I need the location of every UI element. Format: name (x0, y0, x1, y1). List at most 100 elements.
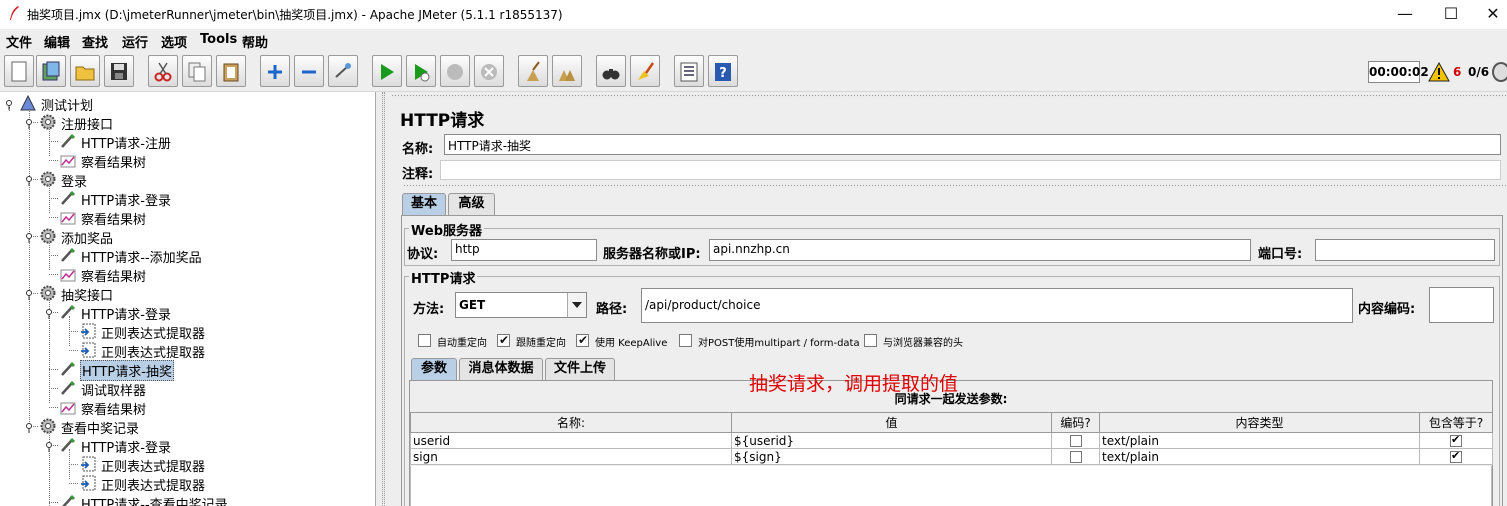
maximize-button[interactable]: ☐ (1436, 4, 1466, 24)
server-field[interactable]: api.nnzhp.cn (709, 239, 1251, 261)
param-encode-cell[interactable] (1051, 448, 1100, 465)
menu-search[interactable]: 查找 (82, 32, 108, 51)
tree-node-label[interactable]: HTTP请求-注册 (80, 133, 172, 152)
protocol-field[interactable]: http (451, 239, 597, 261)
test-plan-tree[interactable]: 测试计划 注册接口 HTTP请求-注册 察看结果树 登录 HTTP请求-登录 察看结果树 添加… (0, 92, 376, 506)
tree-expand-handle-icon[interactable] (25, 289, 32, 300)
menu-run[interactable]: 运行 (122, 32, 148, 51)
tree-node[interactable]: 添加奖品 (0, 227, 375, 247)
tree-expand-handle-icon[interactable] (45, 308, 52, 319)
tree-node-label[interactable]: 察看结果树 (80, 399, 147, 418)
tree-node[interactable]: 调试取样器 (0, 379, 375, 399)
encoding-field[interactable] (1429, 287, 1494, 323)
tree-node-label[interactable]: 察看结果树 (80, 209, 147, 228)
tree-node[interactable]: 登录 (0, 170, 375, 190)
checkbox-box[interactable] (679, 334, 692, 347)
tree-node[interactable]: HTTP请求-注册 (0, 132, 375, 152)
menu-edit[interactable]: 编辑 (44, 32, 70, 51)
tree-node-label[interactable]: HTTP请求--查看中奖记录 (80, 494, 229, 506)
start-no-pauses-button[interactable] (406, 55, 436, 87)
toggle-button[interactable] (328, 55, 358, 87)
col-encode[interactable]: 编码? (1051, 412, 1100, 433)
tab-basic[interactable]: 基本 (402, 193, 446, 215)
tree-node-label[interactable]: HTTP请求-抽奖 (80, 360, 174, 381)
tree-node-label[interactable]: HTTP请求-登录 (80, 437, 172, 456)
tree-node-label[interactable]: 登录 (60, 171, 88, 190)
menu-help[interactable]: 帮助 (242, 32, 268, 51)
param-include-equals-cell[interactable] (1419, 448, 1493, 465)
tree-node-label[interactable]: HTTP请求-登录 (80, 190, 172, 209)
param-value-cell[interactable]: ${sign} (731, 448, 1052, 465)
param-encode-cell[interactable] (1051, 432, 1100, 449)
col-name[interactable]: 名称: (410, 412, 732, 433)
cut-button[interactable] (148, 55, 178, 87)
param-content-type-cell[interactable]: text/plain (1099, 448, 1420, 465)
tree-node[interactable]: 正则表达式提取器 (0, 455, 375, 475)
tree-expand-handle-icon[interactable] (25, 175, 32, 186)
tree-node-label[interactable]: 正则表达式提取器 (100, 475, 206, 494)
tree-node[interactable]: HTTP请求--查看中奖记录 (0, 493, 375, 506)
tab-parameters[interactable]: 参数 (411, 358, 457, 380)
close-button[interactable]: ✕ (1478, 4, 1507, 24)
tree-node[interactable]: 正则表达式提取器 (0, 474, 375, 494)
name-field[interactable]: HTTP请求-抽奖 (444, 134, 1501, 155)
param-include-equals-cell[interactable] (1419, 432, 1493, 449)
tree-node[interactable]: 察看结果树 (0, 398, 375, 418)
table-row[interactable]: sign ${sign} text/plain (410, 448, 1493, 465)
menu-options[interactable]: 选项 (161, 32, 187, 51)
shutdown-button[interactable] (474, 55, 504, 87)
tree-node-label[interactable]: 查看中奖记录 (60, 418, 140, 437)
tree-node-label[interactable]: HTTP请求--添加奖品 (80, 247, 203, 266)
tab-body-data[interactable]: 消息体数据 (459, 358, 543, 380)
clear-all-button[interactable] (552, 55, 582, 87)
tab-advanced[interactable]: 高级 (448, 193, 495, 215)
tree-node-label[interactable]: 察看结果树 (80, 266, 147, 285)
tree-expand-handle-icon[interactable] (25, 118, 32, 129)
reset-search-button[interactable] (630, 55, 660, 87)
warning-triangle-icon[interactable] (1428, 62, 1450, 82)
tree-node-label[interactable]: 正则表达式提取器 (100, 456, 206, 475)
tree-node[interactable]: HTTP请求-登录 (0, 303, 375, 323)
tree-node[interactable]: HTTP请求-登录 (0, 189, 375, 209)
split-pane-divider[interactable] (377, 92, 391, 506)
col-content-type[interactable]: 内容类型 (1099, 412, 1420, 433)
collapse-button[interactable] (294, 55, 324, 87)
checkbox-box[interactable] (418, 334, 431, 347)
checkbox-box[interactable] (497, 333, 510, 347)
tree-node[interactable]: 注册接口 (0, 113, 375, 133)
tree-node-label[interactable]: HTTP请求-登录 (80, 304, 172, 323)
table-checkbox[interactable] (1069, 435, 1082, 447)
param-name-cell[interactable]: sign (410, 448, 732, 465)
tree-node[interactable]: HTTP请求-抽奖 (0, 360, 375, 381)
tree-node-label[interactable]: 正则表达式提取器 (100, 323, 206, 342)
tree-expand-handle-icon[interactable] (5, 99, 12, 110)
help-button[interactable]: ? (708, 55, 738, 87)
function-helper-button[interactable] (674, 55, 704, 87)
tree-node-label[interactable]: 察看结果树 (80, 152, 147, 171)
tree-node[interactable]: HTTP请求-登录 (0, 436, 375, 456)
tree-node[interactable]: 察看结果树 (0, 208, 375, 228)
tree-node-label[interactable]: 调试取样器 (80, 380, 147, 399)
minimize-button[interactable]: — (1390, 4, 1420, 24)
col-include-equals[interactable]: 包含等于? (1419, 412, 1493, 433)
tree-node[interactable]: 察看结果树 (0, 151, 375, 171)
table-empty-area[interactable] (410, 466, 1492, 506)
param-value-cell[interactable]: ${userid} (731, 432, 1052, 449)
parameters-table[interactable]: 名称: 值 编码? 内容类型 包含等于? userid ${userid} text… (410, 412, 1493, 465)
tab-file-upload[interactable]: 文件上传 (545, 358, 615, 380)
tree-node[interactable]: 查看中奖记录 (0, 417, 375, 437)
tree-node[interactable]: 察看结果树 (0, 265, 375, 285)
tree-node-label[interactable]: 注册接口 (60, 114, 114, 133)
copy-button[interactable] (182, 55, 212, 87)
tree-node[interactable]: 测试计划 (0, 94, 375, 114)
method-dropdown-button[interactable] (567, 293, 586, 317)
expand-button[interactable] (260, 55, 290, 87)
open-button[interactable] (70, 55, 100, 87)
menu-tools[interactable]: Tools (200, 32, 237, 47)
param-name-cell[interactable]: userid (410, 432, 732, 449)
col-value[interactable]: 值 (731, 412, 1052, 433)
save-button[interactable] (104, 55, 134, 87)
tree-node[interactable]: 抽奖接口 (0, 284, 375, 304)
tree-node[interactable]: 正则表达式提取器 (0, 322, 375, 342)
templates-button[interactable] (36, 55, 66, 87)
